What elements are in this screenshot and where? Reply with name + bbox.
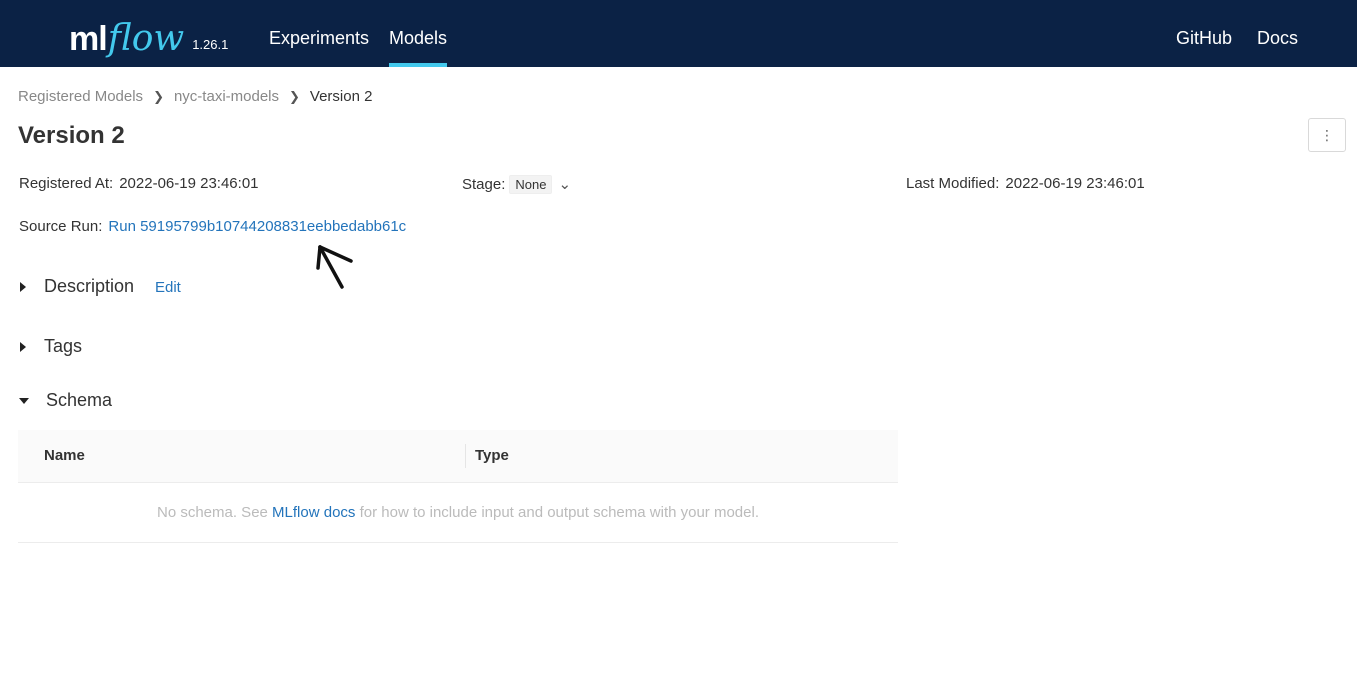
hand-drawn-arrow [316, 245, 353, 289]
breadcrumb-current: Version 2 [309, 88, 373, 105]
stage-dropdown[interactable]: None [509, 175, 553, 194]
more-options-button[interactable]: ⋮ [1308, 118, 1346, 152]
source-run-label: Source Run: [19, 218, 103, 235]
description-heading: Description [44, 276, 135, 296]
logo-flow-text: flow [107, 18, 185, 59]
schema-empty-row: No schema. See MLflow docs for how to in… [18, 483, 898, 543]
chevron-down-icon[interactable]: ⌄ [558, 176, 571, 193]
schema-heading: Schema [46, 390, 113, 410]
schema-table-header: Name Type [18, 430, 898, 483]
caret-right-icon [20, 281, 26, 292]
caret-down-icon [19, 397, 29, 404]
last-modified-value: 2022-06-19 23:46:01 [1005, 175, 1145, 192]
version-label: 1.26.1 [192, 37, 229, 52]
empty-text-prefix: No schema. See [156, 504, 273, 521]
schema-table: Name Type No schema. See MLflow docs for… [18, 430, 898, 543]
last-modified-label: Last Modified: [906, 175, 1000, 192]
nav-docs[interactable]: Docs [1257, 0, 1298, 67]
tags-section-toggle[interactable]: Tags [20, 336, 82, 357]
breadcrumb-model[interactable]: nyc-taxi-models [174, 88, 279, 105]
registered-at: Registered At: 2022-06-19 23:46:01 [19, 175, 259, 192]
tags-heading: Tags [44, 336, 83, 356]
nav-experiments[interactable]: Experiments [269, 0, 369, 67]
nav-models[interactable]: Models [389, 0, 448, 67]
more-vertical-icon: ⋮ [1320, 126, 1334, 143]
breadcrumb: Registered Models ❯ nyc-taxi-models ❯ Ve… [18, 88, 372, 105]
breadcrumb-registered-models[interactable]: Registered Models [18, 88, 143, 105]
empty-text-suffix: for how to include input and output sche… [355, 504, 759, 521]
page-title: Version 2 [18, 122, 125, 149]
logo-ml-text: ml [69, 20, 108, 58]
mlflow-logo[interactable]: ml flow 1.26.1 [69, 12, 229, 59]
nav-github[interactable]: GitHub [1176, 0, 1232, 67]
schema-section-toggle[interactable]: Schema [19, 390, 113, 411]
registered-at-label: Registered At: [19, 175, 114, 192]
source-run: Source Run: Run 59195799b10744208831eebbe… [19, 218, 406, 235]
mlflow-docs-link[interactable]: MLflow docs [272, 504, 355, 521]
chevron-right-icon: ❯ [153, 88, 164, 104]
edit-description-link[interactable]: Edit [155, 279, 181, 296]
caret-right-icon [20, 341, 26, 352]
column-divider [465, 444, 466, 468]
registered-at-value: 2022-06-19 23:46:01 [119, 175, 259, 192]
stage-label: Stage: [462, 176, 506, 193]
top-nav-bar: ml flow 1.26.1 Experiments Models GitHub… [0, 0, 1357, 67]
column-header-type[interactable]: Type [475, 447, 509, 464]
stage: Stage: None ⌄ [462, 175, 571, 194]
chevron-right-icon: ❯ [289, 88, 300, 104]
column-header-name[interactable]: Name [44, 447, 85, 464]
description-section-toggle[interactable]: Description [20, 276, 134, 297]
last-modified: Last Modified: 2022-06-19 23:46:01 [906, 175, 1145, 192]
source-run-link[interactable]: Run 59195799b10744208831eebbedabb61c [108, 218, 406, 235]
